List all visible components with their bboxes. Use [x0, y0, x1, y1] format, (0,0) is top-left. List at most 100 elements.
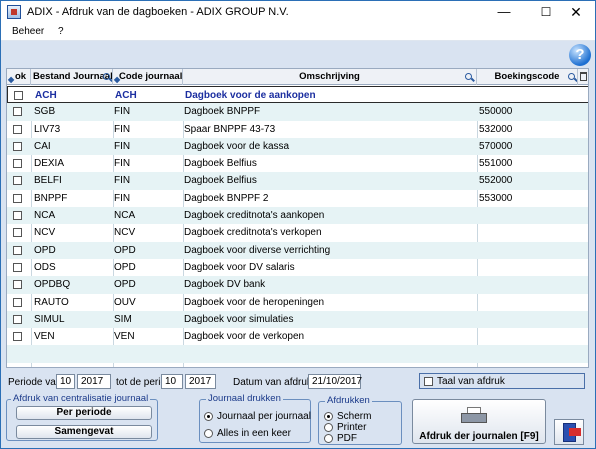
afdruk-journalen-label: Afdruk der journalen [F9]	[419, 431, 539, 442]
journaal-per-journaal-radio[interactable]	[204, 412, 213, 421]
table-row[interactable]: SIMUL SIM Dagboek voor simulaties	[7, 310, 588, 329]
cell-bestand: LIV73	[34, 123, 61, 135]
row-checkbox[interactable]	[13, 107, 22, 117]
journal-grid: ◆ ok Bestand Journaal ◆ Code journaal Om…	[6, 68, 589, 368]
header-bestand-label: Bestand Journaal	[33, 71, 113, 82]
header-omschrijving[interactable]: Omschrijving	[183, 69, 477, 85]
cell-code: OUV	[114, 296, 136, 308]
row-checkbox[interactable]	[13, 193, 22, 203]
taal-checkbox-box[interactable]: Taal van afdruk	[419, 373, 585, 389]
row-checkbox[interactable]	[14, 91, 23, 100]
row-checkbox[interactable]	[13, 211, 22, 221]
header-bestand[interactable]: Bestand Journaal	[31, 69, 113, 85]
cell-omschrijving: Dagboek voor simulaties	[184, 313, 294, 325]
cell-bestand: NCV	[34, 227, 56, 239]
cell-omschrijving: Dagboek DV bank	[184, 279, 266, 291]
cell-code: FIN	[114, 140, 131, 152]
cell-omschrijving: Dagboek voor de kassa	[184, 140, 290, 152]
table-row[interactable]: VEN VEN Dagboek voor de verkopen	[7, 328, 588, 345]
header-boekingscode-label: Boekingscode	[494, 71, 560, 82]
table-row[interactable]: NCA NCA Dagboek creditnota's aankopen	[7, 207, 588, 225]
row-checkbox[interactable]	[13, 176, 22, 186]
row-checkbox[interactable]	[13, 124, 22, 134]
cell-code: OPD	[114, 244, 136, 256]
printer-radio[interactable]	[324, 423, 333, 432]
scherm-radio[interactable]	[324, 412, 333, 421]
header-omschrijving-label: Omschrijving	[299, 71, 360, 82]
table-row[interactable]: LIV73 FIN Spaar BNPPF 43-73 532000	[7, 121, 588, 138]
alles-in-een-keer-radio[interactable]	[204, 429, 213, 438]
cell-code: FIN	[114, 123, 131, 135]
minimize-button[interactable]: —	[481, 1, 527, 23]
cell-code: FIN	[114, 192, 131, 204]
per-periode-button[interactable]: Per periode	[16, 406, 152, 420]
samengevat-button[interactable]: Samengevat	[16, 425, 152, 439]
header-boekingscode[interactable]: Boekingscode	[477, 69, 578, 85]
close-button[interactable]: ✕	[557, 1, 595, 23]
menu-help[interactable]: ?	[58, 26, 64, 37]
table-row[interactable]: BNPPF FIN Dagboek BNPPF 2 553000	[7, 190, 588, 207]
cell-omschrijving: Dagboek Belfius	[184, 175, 257, 187]
table-row[interactable]: NCV NCV Dagboek creditnota's verkopen	[7, 224, 588, 241]
search-icon[interactable]	[103, 73, 110, 80]
pdf-radio[interactable]	[324, 434, 333, 443]
row-checkbox[interactable]	[13, 245, 22, 255]
cell-boekingscode: 552000	[479, 175, 513, 187]
table-row[interactable]: DEXIA FIN Dagboek Belfius 551000	[7, 155, 588, 172]
row-checkbox[interactable]	[13, 314, 22, 324]
periode-van-month-field[interactable]: 10	[56, 374, 75, 389]
periode-van-label: Periode van	[8, 377, 62, 388]
sort-arrow-icon: ◆	[114, 75, 121, 84]
periode-tot-year-field[interactable]: 2017	[185, 374, 216, 389]
cell-bestand: SGB	[34, 106, 56, 118]
cell-bestand: OPDBQ	[34, 279, 71, 291]
cell-boekingscode: 551000	[479, 158, 513, 170]
search-icon[interactable]	[465, 73, 472, 80]
table-row[interactable]: OPDBQ OPD Dagboek DV bank	[7, 276, 588, 294]
help-icon[interactable]: ?	[569, 44, 591, 66]
table-row[interactable]: OPD OPD Dagboek voor diverse verrichting	[7, 241, 588, 259]
table-row[interactable]: ODS OPD Dagboek voor DV salaris	[7, 259, 588, 276]
row-checkbox[interactable]	[13, 332, 22, 342]
periode-tot-month-field[interactable]: 10	[161, 374, 183, 389]
trash-icon[interactable]	[580, 72, 587, 81]
table-row[interactable]: ACH ACH Dagboek voor de aankopen	[7, 86, 588, 104]
app-window: ADIX - Afdruk van de dagboeken - ADIX GR…	[0, 0, 596, 449]
alles-in-een-keer-label: Alles in een keer	[217, 428, 291, 439]
table-row[interactable]: CAI FIN Dagboek voor de kassa 570000	[7, 137, 588, 156]
header-code[interactable]: ◆ Code journaal	[113, 69, 183, 85]
table-row[interactable]: RAUTO OUV Dagboek voor de heropeningen	[7, 294, 588, 311]
centralisatie-title: Afdruk van centralisatie journaal	[11, 393, 151, 404]
row-checkbox[interactable]	[13, 228, 22, 238]
cell-bestand: CAI	[34, 140, 51, 152]
table-row[interactable]: BELFI FIN Dagboek Belfius 552000	[7, 172, 588, 190]
cell-omschrijving: Dagboek BNPPF	[184, 106, 261, 118]
search-icon[interactable]	[568, 73, 575, 80]
row-checkbox[interactable]	[13, 262, 22, 272]
grid-rows: ACH ACH Dagboek voor de aankopen SGB FIN Dagb…	[7, 86, 588, 367]
cell-boekingscode: 553000	[479, 192, 513, 204]
header-ok[interactable]: ◆ ok	[7, 69, 31, 85]
datum-label: Datum van afdruk	[233, 377, 312, 388]
header-tool[interactable]	[578, 69, 588, 85]
table-row[interactable]: SGB FIN Dagboek BNPPF 550000	[7, 103, 588, 121]
menu-beheer[interactable]: Beheer	[12, 26, 44, 37]
row-checkbox[interactable]	[13, 141, 22, 151]
periode-van-year-field[interactable]: 2017	[77, 374, 111, 389]
cell-bestand: SIMUL	[34, 313, 65, 325]
datum-field[interactable]: 21/10/2017	[308, 374, 362, 389]
cell-omschrijving: Dagboek voor de heropeningen	[184, 296, 325, 308]
row-checkbox[interactable]	[13, 297, 22, 307]
empty-row	[7, 363, 588, 367]
cell-bestand: ODS	[34, 261, 56, 273]
exit-button[interactable]	[554, 419, 584, 445]
cell-boekingscode: 532000	[479, 123, 513, 135]
menu-bar: Beheer ?	[1, 23, 595, 41]
header-ok-label: ok	[15, 71, 27, 82]
journaal-drukken-title: Journaal drukken	[206, 393, 283, 404]
cell-boekingscode: 550000	[479, 106, 513, 118]
row-checkbox[interactable]	[13, 280, 22, 290]
cell-bestand: BELFI	[34, 175, 62, 187]
taal-checkbox[interactable]	[424, 377, 433, 386]
row-checkbox[interactable]	[13, 159, 22, 169]
